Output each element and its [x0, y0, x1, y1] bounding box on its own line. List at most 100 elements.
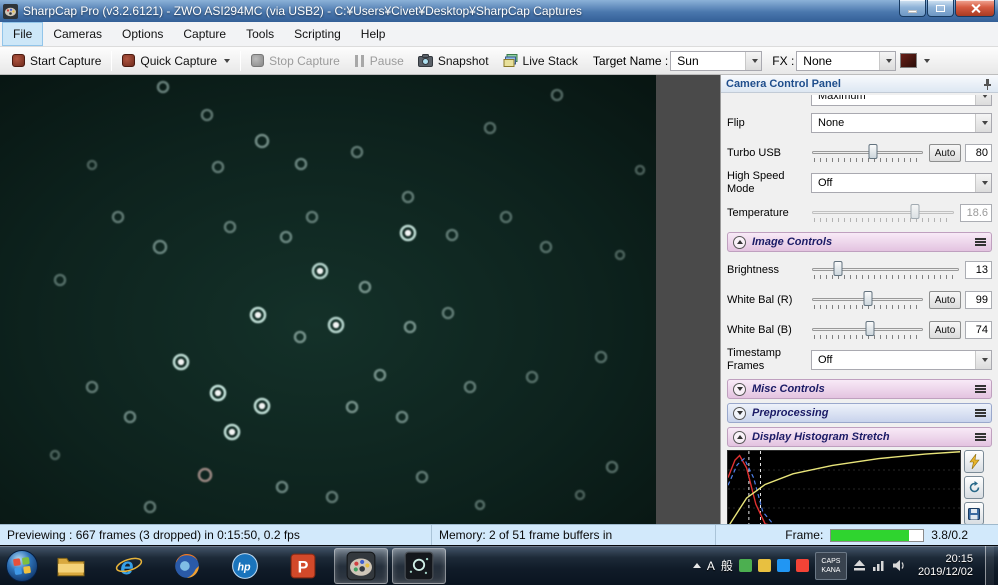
fx-combo[interactable]: None — [796, 50, 897, 71]
slider-thumb[interactable] — [865, 321, 875, 336]
taskbar-browser-button[interactable] — [160, 548, 214, 584]
frame-rate-value: 3.8/0.2 — [931, 528, 968, 542]
temperature-value: 18.6 — [960, 204, 992, 222]
quick-capture-label: Quick Capture — [140, 53, 218, 68]
start-button[interactable] — [2, 546, 42, 585]
section-menu-icon[interactable] — [975, 385, 986, 393]
clipped-dropdown[interactable]: Maximum — [811, 95, 992, 106]
white-bal-r-value[interactable]: 99 — [965, 291, 992, 309]
section-display-histogram-stretch[interactable]: Display Histogram Stretch — [727, 427, 992, 447]
save-stretch-button[interactable] — [964, 502, 984, 524]
slider-track — [812, 211, 954, 214]
white-bal-b-auto-button[interactable]: Auto — [929, 321, 961, 339]
target-name-combo[interactable]: Sun — [670, 50, 763, 71]
section-menu-icon[interactable] — [975, 433, 986, 441]
histogram-stretch-widget — [727, 450, 992, 524]
hp-icon: hp — [232, 552, 258, 579]
menu-help[interactable]: Help — [351, 22, 396, 46]
taskbar-clock[interactable]: 20:15 2019/12/02 — [912, 553, 979, 579]
taskbar-ie-button[interactable]: e — [102, 548, 156, 584]
brightness-value[interactable]: 13 — [965, 261, 992, 279]
tray-app-icon-red[interactable] — [795, 559, 809, 572]
auto-stretch-button[interactable] — [964, 450, 984, 473]
control-row-white-bal-r: White Bal (R) Auto 99 — [727, 285, 992, 315]
turbo-usb-value[interactable]: 80 — [965, 144, 992, 162]
chevron-down-icon — [924, 58, 931, 63]
chevron-down-icon — [981, 358, 988, 362]
collapse-icon[interactable] — [733, 235, 746, 249]
toolbar-separator — [111, 50, 113, 71]
start-capture-button[interactable]: Start Capture — [5, 51, 108, 71]
tray-app-icon-green[interactable] — [738, 559, 752, 572]
high-speed-dropdown[interactable]: Off — [811, 173, 992, 193]
slider-thumb[interactable] — [833, 261, 843, 276]
menu-capture[interactable]: Capture — [173, 22, 236, 46]
ime-mode-indicator[interactable]: 般 — [721, 557, 733, 574]
menu-tools[interactable]: Tools — [236, 22, 284, 46]
ime-language-indicator[interactable]: A — [707, 559, 715, 573]
temperature-label: Temperature — [727, 206, 789, 219]
maximize-button[interactable] — [927, 0, 954, 17]
internet-explorer-icon: e — [115, 554, 143, 580]
eject-icon[interactable] — [853, 559, 866, 572]
taskbar-explorer-button[interactable] — [44, 548, 98, 584]
expand-icon[interactable] — [733, 382, 746, 396]
white-bal-b-value[interactable]: 74 — [965, 321, 992, 339]
menu-scripting[interactable]: Scripting — [284, 22, 351, 46]
section-misc-controls[interactable]: Misc Controls — [727, 379, 992, 399]
timestamp-dropdown[interactable]: Off — [811, 350, 992, 370]
record-icon — [122, 54, 136, 67]
volume-icon[interactable] — [892, 559, 906, 572]
show-desktop-button[interactable] — [985, 545, 994, 585]
section-menu-icon[interactable] — [975, 409, 986, 417]
turbo-usb-auto-button[interactable]: Auto — [929, 144, 961, 162]
taskbar-sharpcap-button[interactable] — [334, 547, 388, 584]
tray-app-icon-blue[interactable] — [776, 559, 790, 572]
minimize-icon — [908, 9, 917, 13]
pin-icon[interactable] — [982, 78, 993, 90]
tray-app-icon-yellow[interactable] — [757, 559, 771, 572]
hidden-icons-chevron-icon[interactable] — [692, 563, 701, 568]
white-bal-r-slider[interactable] — [811, 290, 924, 310]
section-image-controls[interactable]: Image Controls — [727, 232, 992, 252]
turbo-usb-slider[interactable] — [811, 143, 924, 163]
lightning-icon — [968, 454, 980, 469]
close-button[interactable] — [955, 0, 995, 17]
quick-capture-button[interactable]: Quick Capture — [115, 51, 237, 71]
flip-dropdown[interactable]: None — [811, 113, 992, 133]
colour-space-button[interactable] — [896, 50, 934, 71]
slider-thumb[interactable] — [868, 144, 878, 159]
live-stack-button[interactable]: Live Stack — [496, 51, 585, 71]
menu-options[interactable]: Options — [112, 22, 173, 46]
histogram-canvas[interactable] — [727, 450, 961, 524]
camera-preview-area — [0, 75, 656, 525]
stop-capture-button[interactable]: Stop Capture — [244, 51, 347, 71]
reset-stretch-button[interactable] — [964, 476, 984, 499]
pause-button[interactable]: Pause — [347, 51, 411, 71]
minimize-button[interactable] — [899, 0, 926, 17]
pause-label: Pause — [369, 53, 404, 68]
collapse-icon[interactable] — [733, 430, 746, 444]
frame-label: Frame: — [785, 528, 824, 542]
slider-thumb[interactable] — [863, 291, 872, 306]
taskbar-hp-button[interactable]: hp — [218, 548, 272, 584]
close-icon — [970, 3, 981, 14]
brightness-slider[interactable] — [811, 260, 960, 280]
section-preprocessing[interactable]: Preprocessing — [727, 403, 992, 423]
menu-cameras[interactable]: Cameras — [43, 22, 112, 46]
capture-preview-icon — [404, 551, 434, 580]
taskbar-capture-window-button[interactable] — [392, 547, 446, 584]
white-bal-b-slider[interactable] — [811, 320, 924, 340]
network-icon[interactable] — [872, 559, 886, 572]
menu-file[interactable]: File — [2, 22, 44, 46]
white-bal-r-auto-button[interactable]: Auto — [929, 291, 961, 309]
system-tray: A 般 CAPS KANA 20:15 2019/12/02 — [692, 545, 996, 585]
slider-ticks — [814, 218, 952, 222]
taskbar-powerpoint-button[interactable]: P — [276, 548, 330, 584]
snapshot-button[interactable]: Snapshot — [411, 51, 496, 71]
caps-kana-indicator[interactable]: CAPS KANA — [814, 551, 847, 580]
chevron-down-icon — [981, 95, 988, 98]
expand-icon[interactable] — [733, 406, 746, 420]
section-menu-icon[interactable] — [975, 238, 986, 246]
slider-thumb — [910, 204, 920, 219]
